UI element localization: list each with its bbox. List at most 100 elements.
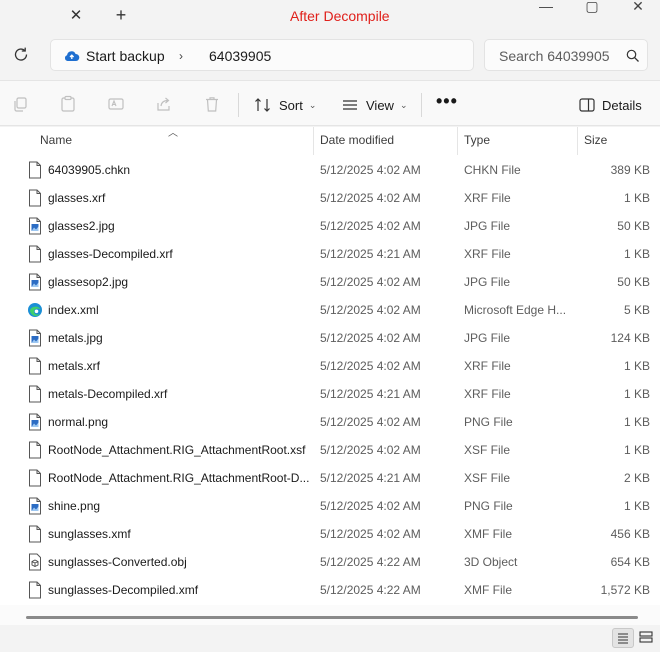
refresh-icon[interactable] [11,45,31,65]
breadcrumb-start-backup[interactable]: Start backup [86,48,165,64]
maximize-button[interactable]: ▢ [574,0,610,14]
sort-label: Sort [279,97,303,113]
file-row[interactable]: RootNode_Attachment.RIG_AttachmentRoot-D… [0,464,660,492]
tiles-view-button[interactable] [636,628,658,648]
file-size: 1 KB [623,247,650,261]
column-divider[interactable] [313,127,314,155]
file-type: XRF File [464,387,511,401]
details-pane-icon [579,98,595,112]
address-bar[interactable]: Start backup › 64039905 [50,39,474,71]
title-bar: ✕ + After Decompile — ▢ ✕ [0,0,660,32]
file-size: 50 KB [617,275,650,289]
details-pane-button[interactable]: Details [579,93,642,117]
file-date-modified: 5/12/2025 4:02 AM [320,443,421,457]
file-row[interactable]: RootNode_Attachment.RIG_AttachmentRoot.x… [0,436,660,464]
column-header-size[interactable]: Size [584,127,607,155]
copy-icon[interactable] [12,95,30,113]
file-date-modified: 5/12/2025 4:02 AM [320,359,421,373]
file-size: 389 KB [610,163,650,177]
column-header-row: ︿ Name Date modified Type Size [0,127,660,155]
column-divider[interactable] [457,127,458,155]
tiles-view-icon [639,631,653,643]
file-size: 124 KB [610,331,650,345]
file-row[interactable]: sunglasses-Converted.obj 5/12/2025 4:22 A… [0,548,660,576]
file-row[interactable]: normal.png 5/12/2025 4:02 AM PNG File 1 KB [0,408,660,436]
details-view-button[interactable] [612,628,634,648]
file-size: 5 KB [623,303,650,317]
file-name: sunglasses-Converted.obj [48,555,187,569]
more-options-button[interactable]: ••• [436,91,458,112]
scrollbar-thumb[interactable] [26,616,638,619]
file-type: XSF File [464,471,511,485]
file-row[interactable]: index.xml 5/12/2025 4:02 AM Microsoft Edge… [0,296,660,324]
file-row[interactable]: glasses2.jpg 5/12/2025 4:02 AM JPG File 50 … [0,212,660,240]
file-row[interactable]: 64039905.chkn 5/12/2025 4:02 AM CHKN File 3… [0,156,660,184]
view-label: View [366,97,394,113]
file-row[interactable]: metals.jpg 5/12/2025 4:02 AM JPG File 124 K… [0,324,660,352]
file-icon [29,385,41,403]
column-header-type[interactable]: Type [464,127,490,155]
file-name: shine.png [48,499,101,513]
window-title: After Decompile [290,8,390,24]
minimize-button[interactable]: — [528,0,564,14]
file-date-modified: 5/12/2025 4:02 AM [320,163,421,177]
file-row[interactable]: metals-Decompiled.xrf 5/12/2025 4:21 AM XR… [0,380,660,408]
horizontal-scrollbar[interactable] [0,605,660,625]
delete-icon[interactable] [203,95,221,113]
file-icon [29,245,41,263]
column-divider[interactable] [577,127,578,155]
file-size: 1 KB [623,415,650,429]
share-icon[interactable] [155,95,173,113]
image-file-icon [29,329,41,347]
column-header-name[interactable]: Name [40,127,72,155]
file-name: normal.png [48,415,109,429]
file-name: index.xml [48,303,99,317]
file-row[interactable]: shine.png 5/12/2025 4:02 AM PNG File 1 KB [0,492,660,520]
view-button[interactable]: View ⌄ [341,93,408,117]
file-name: glasses-Decompiled.xrf [48,247,173,261]
file-type: PNG File [464,415,513,429]
file-name: 64039905.chkn [48,163,131,177]
file-row[interactable]: sunglasses-Decompiled.xmf 5/12/2025 4:22 … [0,576,660,604]
search-input[interactable]: Search 64039905 [484,39,648,71]
edge-browser-icon [28,303,42,317]
breadcrumb-folder[interactable]: 64039905 [209,48,271,64]
breadcrumb-chevron-icon[interactable]: › [179,49,183,63]
file-date-modified: 5/12/2025 4:02 AM [320,275,421,289]
file-name: RootNode_Attachment.RIG_AttachmentRoot.x… [48,443,306,457]
paste-icon[interactable] [59,95,77,113]
file-row[interactable]: glassesop2.jpg 5/12/2025 4:02 AM JPG File 5… [0,268,660,296]
image-file-icon [29,497,41,515]
sort-button[interactable]: Sort ⌄ [254,93,316,117]
search-icon[interactable] [625,48,641,64]
3d-object-icon [29,553,41,571]
file-name: metals.xrf [48,359,101,373]
backup-cloud-icon [64,51,80,61]
file-date-modified: 5/12/2025 4:02 AM [320,331,421,345]
column-header-date[interactable]: Date modified [320,127,394,155]
details-view-icon [618,633,628,644]
file-name: metals-Decompiled.xrf [48,387,168,401]
rename-icon[interactable] [107,95,125,113]
file-date-modified: 5/12/2025 4:02 AM [320,219,421,233]
close-tab-icon[interactable]: ✕ [67,7,85,25]
new-tab-button[interactable]: + [111,5,131,25]
close-window-button[interactable]: ✕ [620,0,656,14]
file-date-modified: 5/12/2025 4:22 AM [320,583,421,597]
file-type: Microsoft Edge H... [464,303,567,317]
file-date-modified: 5/12/2025 4:02 AM [320,303,421,317]
file-icon [29,357,41,375]
file-row[interactable]: glasses.xrf 5/12/2025 4:02 AM XRF File 1 KB [0,184,660,212]
file-type: XRF File [464,247,511,261]
file-row[interactable]: metals.xrf 5/12/2025 4:02 AM XRF File 1 KB [0,352,660,380]
explorer-tab[interactable]: ✕ [0,0,98,32]
file-type: JPG File [464,219,511,233]
sort-icon [255,98,270,112]
view-lines-icon [343,100,357,110]
file-row[interactable]: sunglasses.xmf 5/12/2025 4:02 AM XMF File 4… [0,520,660,548]
file-size: 654 KB [610,555,650,569]
file-row[interactable]: glasses-Decompiled.xrf 5/12/2025 4:21 AM X… [0,240,660,268]
file-type: JPG File [464,275,511,289]
file-icon [29,525,41,543]
file-type: XRF File [464,359,511,373]
